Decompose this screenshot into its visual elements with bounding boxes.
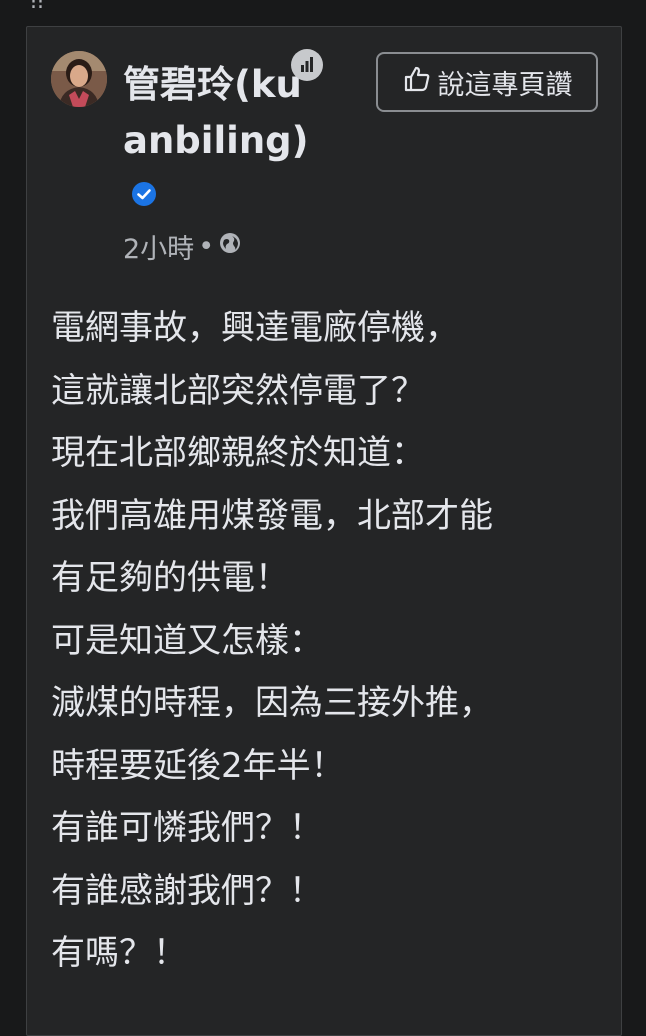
thumbs-up-icon xyxy=(402,64,432,101)
post-line: 現在北部鄉親終於知道： xyxy=(51,433,425,473)
post-line: 有誰感謝我們？！ xyxy=(51,870,323,911)
verified-badge-icon xyxy=(131,167,157,223)
like-page-button[interactable]: 說這專頁讚 xyxy=(376,52,598,112)
post-line: 減煤的時程，因為三接外推， xyxy=(51,683,493,723)
post-line: 我們高雄用煤發電，北部才能 xyxy=(51,495,493,536)
page-name[interactable]: 管碧玲(kuanbiling) xyxy=(123,57,313,227)
post-card: 管碧玲(kuanbiling) 2小時 • 說這專頁讚 電網事故，興達電廠停機，… xyxy=(26,26,622,1036)
post-body: 電網事故，興達電廠停機， 這就讓北部突然停電了？ 現在北部鄉親終於知道： 我們高… xyxy=(51,297,611,985)
meta-separator: • xyxy=(198,231,215,262)
post-line: 這就讓北部突然停電了？ xyxy=(51,370,425,411)
post-line: 可是知道又怎樣： xyxy=(51,620,323,661)
post-timestamp[interactable]: 2小時 xyxy=(123,227,194,266)
bar-chart-icon[interactable] xyxy=(291,49,323,81)
post-line: 電網事故，興達電廠停機， xyxy=(51,308,459,348)
profile-photo-icon xyxy=(51,51,107,107)
like-page-button-label: 說這專頁讚 xyxy=(437,69,573,101)
avatar[interactable] xyxy=(51,51,107,107)
page-name-text[interactable]: 管碧玲(kuanbiling) xyxy=(123,63,309,162)
top-cutoff-icon: ⁝⁝ xyxy=(30,0,44,15)
post-line: 有誰可憐我們？！ xyxy=(51,808,323,848)
globe-icon xyxy=(218,231,242,262)
post-line: 有嗎？！ xyxy=(51,933,187,973)
post-line: 時程要延後2年半！ xyxy=(51,745,345,786)
post-line: 有足夠的供電！ xyxy=(51,558,289,598)
post-meta: 2小時 • xyxy=(123,227,242,266)
